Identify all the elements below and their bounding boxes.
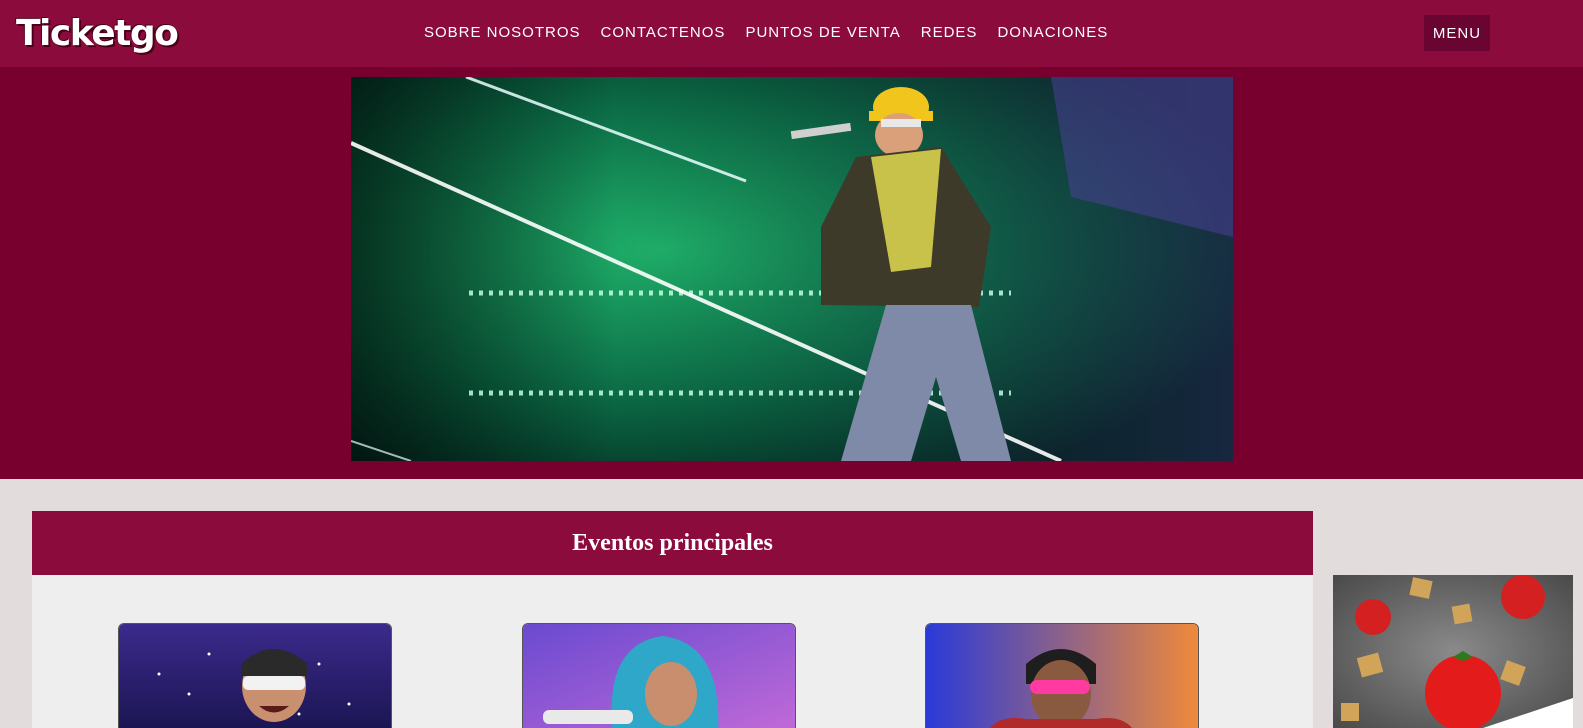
- side-ad-image[interactable]: [1333, 575, 1573, 728]
- top-navbar: Ticketgo SOBRE NOSOTROS CONTACTENOS PUNT…: [0, 0, 1583, 67]
- hero-section: [0, 67, 1583, 479]
- ticketgo-logo[interactable]: Ticketgo: [16, 12, 179, 56]
- artist-photo-1: [119, 624, 391, 728]
- nav-link-donaciones[interactable]: DONACIONES: [997, 22, 1108, 44]
- main-events-panel: Eventos principales: [32, 511, 1313, 728]
- nav-link-puntos-de-venta[interactable]: PUNTOS DE VENTA: [745, 22, 900, 44]
- main-events-header: Eventos principales: [32, 511, 1313, 575]
- artist-photo-3: [926, 624, 1198, 728]
- event-card-3[interactable]: [925, 623, 1199, 728]
- hero-concert-image: [351, 77, 1233, 461]
- nav-link-sobre-nosotros[interactable]: SOBRE NOSOTROS: [424, 22, 581, 44]
- main-events-title: Eventos principales: [572, 530, 773, 556]
- nav-link-contactenos[interactable]: CONTACTENOS: [601, 22, 726, 44]
- event-card-1[interactable]: [118, 623, 392, 728]
- nav-link-redes[interactable]: REDES: [921, 22, 978, 44]
- menu-button[interactable]: MENU: [1424, 15, 1490, 51]
- artist-photo-2: [523, 624, 795, 728]
- event-card-2[interactable]: [522, 623, 796, 728]
- main-nav: SOBRE NOSOTROS CONTACTENOS PUNTOS DE VEN…: [424, 22, 1128, 44]
